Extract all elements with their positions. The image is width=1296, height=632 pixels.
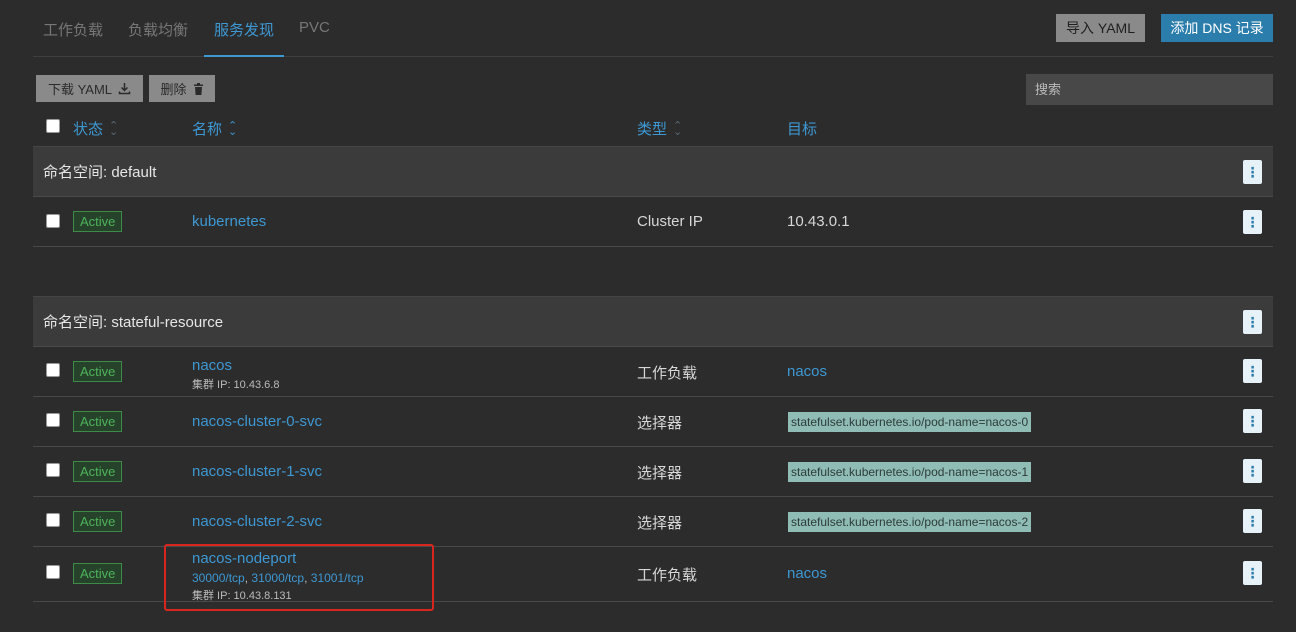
delete-button[interactable]: 删除: [149, 75, 215, 102]
more-vertical-icon: ⋮: [1245, 314, 1260, 330]
service-target: 10.43.0.1: [787, 213, 850, 230]
service-type: 选择器: [637, 515, 683, 532]
trash-icon: [193, 82, 203, 95]
namespace-label: 命名空间: default: [43, 164, 157, 181]
select-all-checkbox[interactable]: [46, 119, 60, 133]
target-workload-link[interactable]: nacos: [787, 363, 827, 380]
table-row: Active nacos-nodeport 30000/tcp, 31000/t…: [33, 547, 1273, 602]
service-name-link[interactable]: nacos-cluster-0-svc: [192, 413, 322, 430]
more-vertical-icon: ⋮: [1245, 513, 1260, 529]
port-link[interactable]: 30000/tcp: [192, 571, 245, 585]
namespace-group-header: 命名空间: default ⋮: [33, 146, 1273, 197]
selector-chip: statefulset.kubernetes.io/pod-name=nacos…: [788, 462, 1032, 482]
status-badge: Active: [73, 461, 123, 482]
more-vertical-icon: ⋮: [1245, 463, 1260, 479]
search-input[interactable]: [1026, 74, 1273, 105]
table-row: Active nacos 集群 IP: 10.43.6.8 工作负载 nacos…: [33, 347, 1273, 397]
status-badge: Active: [73, 411, 123, 432]
selector-chip: statefulset.kubernetes.io/pod-name=nacos…: [788, 512, 1032, 532]
column-header-target[interactable]: 目标: [787, 118, 817, 139]
service-type: Cluster IP: [637, 213, 703, 230]
port-separator: ,: [304, 571, 311, 585]
service-type: 选择器: [637, 415, 683, 432]
download-yaml-button[interactable]: 下载 YAML: [36, 75, 143, 102]
row-checkbox[interactable]: [46, 413, 60, 427]
row-checkbox[interactable]: [46, 565, 60, 579]
service-type: 选择器: [637, 465, 683, 482]
download-icon: [118, 83, 131, 95]
table-row: Active nacos-cluster-0-svc 选择器 statefuls…: [33, 397, 1273, 447]
column-header-type[interactable]: 类型 ⌃ ⌄: [637, 118, 682, 139]
more-vertical-icon: ⋮: [1245, 164, 1260, 180]
row-actions-button[interactable]: ⋮: [1243, 561, 1262, 585]
download-yaml-label: 下载 YAML: [47, 82, 113, 97]
sort-icon: ⌃ ⌄: [673, 119, 683, 138]
tab-pvc[interactable]: PVC: [299, 19, 330, 57]
status-badge: Active: [73, 511, 123, 532]
column-state-label: 状态: [73, 121, 104, 138]
sort-icon: ⌃ ⌄: [228, 119, 238, 138]
delete-label: 删除: [160, 82, 187, 97]
column-name-label: 名称: [192, 121, 223, 138]
service-name-link[interactable]: nacos: [192, 357, 232, 374]
table-row: Active nacos-cluster-2-svc 选择器 statefuls…: [33, 497, 1273, 547]
port-link[interactable]: 31001/tcp: [311, 571, 364, 585]
column-header-state[interactable]: 状态 ⌃ ⌄: [73, 118, 118, 139]
row-checkbox[interactable]: [46, 363, 60, 377]
namespace-group-header: 命名空间: stateful-resource ⋮: [33, 296, 1273, 347]
table-row: Active nacos-cluster-1-svc 选择器 statefuls…: [33, 447, 1273, 497]
service-name-link[interactable]: nacos-nodeport: [192, 550, 296, 567]
tab-load-balancing[interactable]: 负载均衡: [128, 19, 188, 57]
cluster-ip-text: 集群 IP: 10.43.8.131: [192, 590, 292, 602]
tab-workloads[interactable]: 工作负载: [43, 19, 103, 57]
row-checkbox[interactable]: [46, 463, 60, 477]
service-name-link[interactable]: nacos-cluster-2-svc: [192, 513, 322, 530]
selector-chip: statefulset.kubernetes.io/pod-name=nacos…: [788, 412, 1032, 432]
port-link[interactable]: 31000/tcp: [251, 571, 304, 585]
more-vertical-icon: ⋮: [1245, 363, 1260, 379]
column-type-label: 类型: [637, 121, 668, 138]
target-workload-link[interactable]: nacos: [787, 565, 827, 582]
status-badge: Active: [73, 361, 123, 382]
service-type: 工作负载: [637, 567, 698, 584]
cluster-ip-text: 集群 IP: 10.43.6.8: [192, 379, 280, 391]
service-name-link[interactable]: kubernetes: [192, 213, 266, 230]
port-list: 30000/tcp, 31000/tcp, 31001/tcp: [192, 571, 364, 585]
row-checkbox[interactable]: [46, 214, 60, 228]
table-row: Active kubernetes Cluster IP 10.43.0.1 ⋮: [33, 197, 1273, 247]
tab-service-discovery[interactable]: 服务发现: [204, 19, 284, 57]
status-badge: Active: [73, 563, 123, 584]
more-vertical-icon: ⋮: [1245, 565, 1260, 581]
row-actions-button[interactable]: ⋮: [1243, 210, 1262, 234]
status-badge: Active: [73, 211, 123, 232]
service-type: 工作负载: [637, 365, 698, 382]
sort-icon: ⌃ ⌄: [109, 119, 119, 138]
row-actions-button[interactable]: ⋮: [1243, 409, 1262, 433]
row-actions-button[interactable]: ⋮: [1243, 459, 1262, 483]
row-checkbox[interactable]: [46, 513, 60, 527]
row-actions-button[interactable]: ⋮: [1243, 509, 1262, 533]
service-name-link[interactable]: nacos-cluster-1-svc: [192, 463, 322, 480]
namespace-actions-button[interactable]: ⋮: [1243, 160, 1262, 184]
namespace-label: 命名空间: stateful-resource: [43, 314, 224, 331]
add-dns-record-button[interactable]: 添加 DNS 记录: [1161, 14, 1273, 42]
row-actions-button[interactable]: ⋮: [1243, 359, 1262, 383]
column-target-label: 目标: [787, 121, 818, 138]
namespace-actions-button[interactable]: ⋮: [1243, 310, 1262, 334]
column-header-name[interactable]: 名称 ⌃ ⌄: [192, 118, 237, 139]
more-vertical-icon: ⋮: [1245, 214, 1260, 230]
more-vertical-icon: ⋮: [1245, 413, 1260, 429]
import-yaml-button[interactable]: 导入 YAML: [1056, 14, 1145, 42]
